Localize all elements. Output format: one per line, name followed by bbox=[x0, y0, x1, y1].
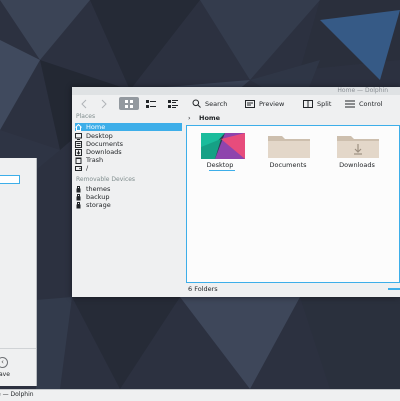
places-item-root[interactable]: / bbox=[75, 164, 182, 172]
background-window[interactable]: ‹ ave bbox=[0, 158, 37, 386]
control-button[interactable]: Control bbox=[345, 97, 383, 110]
folder-icon bbox=[268, 136, 310, 158]
documents-icon bbox=[75, 140, 82, 148]
taskbar: e — Dolphin bbox=[0, 389, 400, 401]
places-item-label: storage bbox=[86, 201, 111, 209]
compact-view-button[interactable] bbox=[141, 97, 161, 110]
compact-view-icon bbox=[146, 99, 156, 108]
preview-label: Preview bbox=[259, 99, 285, 108]
title-bar[interactable]: Home — Dolphin bbox=[72, 87, 400, 95]
preview-button[interactable]: Preview bbox=[245, 97, 284, 110]
icons-view-button[interactable] bbox=[119, 97, 139, 110]
places-item-documents[interactable]: Documents bbox=[75, 140, 182, 148]
downloads-icon bbox=[75, 148, 82, 156]
background-window-divider bbox=[0, 348, 36, 349]
grid-view-icon bbox=[124, 99, 133, 108]
search-label: Search bbox=[205, 99, 228, 108]
removable-devices-header: Removable Devices bbox=[76, 176, 136, 183]
places-item-desktop[interactable]: Desktop bbox=[75, 132, 182, 140]
back-button[interactable] bbox=[80, 97, 88, 110]
file-item-documents[interactable]: Documents bbox=[261, 130, 315, 176]
places-item-label: Desktop bbox=[86, 132, 113, 140]
places-item-label: Documents bbox=[86, 140, 124, 148]
home-icon bbox=[75, 123, 82, 131]
places-item-label: Home bbox=[86, 123, 106, 131]
task-manager-entry[interactable]: e — Dolphin bbox=[0, 390, 34, 400]
status-text: 6 Folders bbox=[188, 285, 218, 293]
places-item-storage[interactable]: storage bbox=[75, 201, 182, 209]
usb-drive-icon bbox=[75, 201, 82, 209]
back-icon[interactable]: ‹ bbox=[0, 357, 8, 368]
places-item-label: backup bbox=[86, 193, 110, 201]
details-view-button[interactable] bbox=[163, 97, 183, 110]
places-item-label: / bbox=[86, 164, 89, 172]
places-item-label: Trash bbox=[86, 156, 104, 164]
places-item-label: themes bbox=[86, 185, 111, 193]
control-label: Control bbox=[359, 99, 383, 108]
forward-button[interactable] bbox=[100, 97, 108, 110]
details-view-icon bbox=[168, 99, 178, 108]
trash-icon bbox=[75, 157, 82, 164]
places-item-themes[interactable]: themes bbox=[75, 185, 182, 193]
hamburger-menu-icon bbox=[345, 100, 355, 107]
folder-downloads-icon bbox=[337, 136, 379, 158]
places-item-trash[interactable]: Trash bbox=[75, 156, 182, 164]
chevron-right-icon bbox=[101, 99, 107, 108]
places-item-home[interactable]: Home bbox=[75, 123, 182, 131]
desktop-icon bbox=[75, 132, 82, 140]
breadcrumb[interactable]: › Home bbox=[186, 113, 400, 123]
places-panel: Places Home Desktop Documents Downloads bbox=[72, 113, 185, 297]
search-button[interactable]: Search bbox=[192, 97, 227, 110]
status-bar: 6 Folders bbox=[186, 283, 400, 295]
file-item-downloads[interactable]: Downloads bbox=[330, 130, 384, 176]
places-item-label: Downloads bbox=[86, 148, 122, 156]
background-window-button-label: ave bbox=[0, 371, 10, 378]
dolphin-window[interactable]: Home — Dolphin Search Preview Split Cont… bbox=[72, 87, 400, 297]
breadcrumb-home[interactable]: Home bbox=[199, 113, 220, 123]
usb-drive-icon bbox=[75, 193, 82, 201]
preview-icon bbox=[245, 99, 255, 108]
file-view[interactable]: Desktop Documents Downloads bbox=[186, 125, 400, 283]
split-button[interactable]: Split bbox=[303, 97, 331, 110]
split-label: Split bbox=[317, 99, 332, 108]
search-icon bbox=[192, 99, 201, 108]
file-name: Documents bbox=[269, 161, 307, 169]
file-name: Downloads bbox=[339, 161, 375, 169]
split-icon bbox=[303, 99, 313, 108]
view-mode-switcher bbox=[119, 97, 189, 111]
places-item-backup[interactable]: backup bbox=[75, 193, 182, 201]
wallpaper-thumbnail bbox=[201, 133, 245, 159]
chevron-left-icon bbox=[81, 99, 87, 108]
window-title: Home — Dolphin bbox=[337, 87, 388, 94]
usb-drive-icon bbox=[75, 185, 82, 193]
selection-underline bbox=[209, 170, 235, 171]
zoom-slider[interactable] bbox=[388, 288, 400, 290]
places-header: Places bbox=[76, 113, 96, 120]
background-window-input[interactable] bbox=[0, 175, 20, 184]
places-item-downloads[interactable]: Downloads bbox=[75, 148, 182, 156]
breadcrumb-arrow-icon[interactable]: › bbox=[188, 113, 191, 123]
file-name: Desktop bbox=[206, 161, 234, 169]
file-item-desktop[interactable]: Desktop bbox=[193, 130, 247, 176]
root-drive-icon bbox=[75, 165, 82, 172]
